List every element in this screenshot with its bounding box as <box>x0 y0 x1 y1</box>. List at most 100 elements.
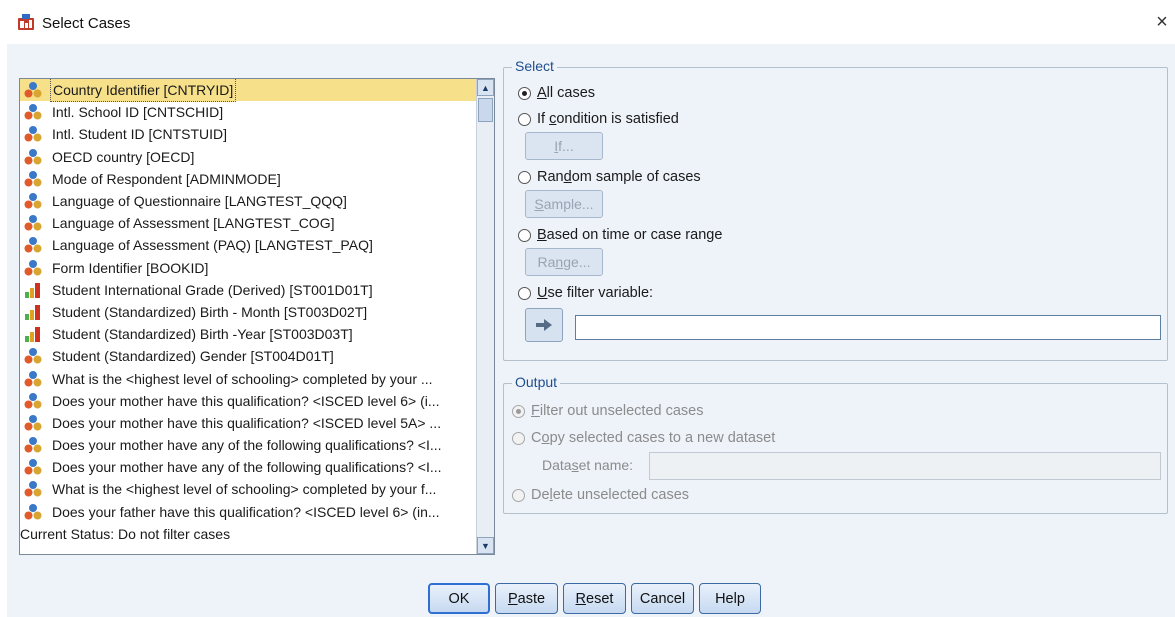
variable-list-item[interactable]: Mode of Respondent [ADMINMODE] <box>20 168 476 190</box>
scroll-thumb[interactable] <box>478 98 493 122</box>
variable-label: Intl. School ID [CNTSCHID] <box>52 104 224 121</box>
radio-delete-unselected-label: Delete unselected cases <box>531 487 690 503</box>
paste-button[interactable]: Paste <box>495 583 558 614</box>
variable-label: What is the <highest level of schooling>… <box>52 370 433 387</box>
variable-label: What is the <highest level of schooling>… <box>52 481 437 498</box>
reset-button[interactable]: Reset <box>563 583 626 614</box>
variable-list-item[interactable]: Does your mother have this qualification… <box>20 412 476 434</box>
range-button[interactable]: Ra n ge... <box>525 248 603 276</box>
variable-list-scrollbar[interactable]: ▲ ▼ <box>476 79 494 554</box>
radio-all-cases-circle[interactable] <box>518 86 531 100</box>
variable-list-item[interactable]: OECD country [OECD] <box>20 146 476 168</box>
variable-list-item[interactable]: Language of Assessment [LANGTEST_COG] <box>20 212 476 234</box>
variable-list-item[interactable]: Intl. School ID [CNTSCHID] <box>20 101 476 123</box>
variable-label: Student International Grade (Derived) [S… <box>52 281 373 298</box>
variable-list-item[interactable]: What is the <highest level of schooling>… <box>20 367 476 389</box>
radio-filter-variable-label: Use filter variable: <box>537 285 654 301</box>
variable-label: Does your mother have any of the followi… <box>52 459 442 476</box>
radio-random-sample[interactable]: Random sample of cases <box>518 169 701 185</box>
variable-label: OECD country [OECD] <box>52 148 195 165</box>
nominal-icon <box>24 481 42 497</box>
radio-copy-dataset-circle[interactable] <box>512 431 525 445</box>
variable-list-item[interactable]: Does your mother have any of the followi… <box>20 456 476 478</box>
output-group-legend: Output <box>512 374 561 390</box>
scroll-down-icon[interactable]: ▼ <box>477 537 494 554</box>
radio-filter-variable-circle[interactable] <box>518 286 531 300</box>
variable-list-item[interactable]: Intl. Student ID [CNTSTUID] <box>20 123 476 145</box>
nominal-icon <box>24 503 42 520</box>
radio-filter-out[interactable]: Filter out unselected cases <box>512 403 703 419</box>
radio-all-cases-label: All cases <box>537 85 596 101</box>
ordinal-icon <box>25 282 40 298</box>
radio-if-condition[interactable]: If condition is satisfied <box>518 111 679 127</box>
nominal-icon <box>24 82 42 98</box>
help-button[interactable]: Help <box>699 583 761 614</box>
variable-list-item[interactable]: Student (Standardized) Gender [ST004D01T… <box>20 345 476 367</box>
select-group-legend: Select <box>512 58 557 74</box>
variable-list-item[interactable]: Student (Standardized) Birth - Month [ST… <box>20 301 476 323</box>
filter-variable-field[interactable] <box>575 315 1161 340</box>
variable-list[interactable]: Country Identifier [CNTRYID] Intl. School… <box>19 78 495 555</box>
variable-label: Does your mother have any of the followi… <box>52 437 442 454</box>
spss-app-icon <box>18 14 34 30</box>
radio-filter-out-circle[interactable] <box>512 404 525 418</box>
radio-time-range[interactable]: Based on time or case range <box>518 227 722 243</box>
variable-label: Does your father have this qualification… <box>52 503 440 520</box>
nominal-icon <box>24 215 42 231</box>
ordinal-icon <box>25 327 40 343</box>
sample-button[interactable]: Sample... <box>525 190 603 218</box>
variable-list-item[interactable]: Does your mother have this qualification… <box>20 390 476 412</box>
radio-random-sample-label: Random sample of cases <box>537 169 701 185</box>
variable-list-item[interactable]: Does your mother have any of the followi… <box>20 434 476 456</box>
variable-list-item[interactable]: Country Identifier [CNTRYID] <box>20 79 476 103</box>
nominal-icon <box>24 392 42 409</box>
radio-if-condition-circle[interactable] <box>518 112 531 126</box>
dataset-name-label: Dataset name: <box>542 457 634 473</box>
radio-copy-dataset-label: Copy selected cases to a new dataset <box>531 430 776 446</box>
variable-label: Country Identifier [CNTRYID] <box>50 79 237 103</box>
variable-list-item[interactable]: Form Identifier [BOOKID] <box>20 257 476 279</box>
nominal-icon <box>24 148 42 165</box>
radio-delete-unselected[interactable]: Delete unselected cases <box>512 487 689 503</box>
nominal-icon <box>24 237 42 253</box>
current-status: Current Status: Do not filter cases <box>20 526 231 542</box>
scroll-up-icon[interactable]: ▲ <box>477 79 494 96</box>
select-cases-dialog: Country Identifier [CNTRYID] Intl. School… <box>7 44 1175 617</box>
variable-label: Language of Assessment (PAQ) [LANGTEST_P… <box>52 237 373 254</box>
nominal-icon <box>24 126 42 142</box>
variable-list-item[interactable]: Language of Assessment (PAQ) [LANGTEST_P… <box>20 234 476 256</box>
move-variable-button[interactable] <box>525 308 563 342</box>
variable-label: Does your mother have this qualification… <box>52 414 442 431</box>
cancel-button[interactable]: Cancel <box>631 583 694 614</box>
radio-time-range-label: Based on time or case range <box>537 227 723 243</box>
variable-label: Student (Standardized) Birth - Month [ST… <box>52 303 368 320</box>
radio-random-sample-circle[interactable] <box>518 170 531 184</box>
radio-filter-variable[interactable]: Use filter variable: <box>518 285 653 301</box>
radio-time-range-circle[interactable] <box>518 228 531 242</box>
variable-list-item[interactable]: Language of Questionnaire [LANGTEST_QQQ] <box>20 190 476 212</box>
variable-list-item[interactable]: What is the <highest level of schooling>… <box>20 478 476 500</box>
dataset-name-field[interactable] <box>649 452 1161 480</box>
close-icon[interactable]: × <box>1152 11 1172 33</box>
variable-label: Language of Questionnaire [LANGTEST_QQQ] <box>52 193 347 210</box>
ok-button[interactable]: OK <box>428 583 490 614</box>
radio-if-condition-label: If condition is satisfied <box>537 111 679 127</box>
nominal-icon <box>24 414 42 431</box>
variable-label: Does your mother have this qualification… <box>52 392 440 409</box>
radio-copy-dataset[interactable]: Copy selected cases to a new dataset <box>512 430 775 446</box>
nominal-icon <box>24 370 42 387</box>
nominal-icon <box>24 459 42 475</box>
variable-label: Mode of Respondent [ADMINMODE] <box>52 170 281 187</box>
if-button[interactable]: If... <box>525 132 603 160</box>
variable-list-item[interactable]: Student International Grade (Derived) [S… <box>20 279 476 301</box>
title-bar: Select Cases × <box>0 0 1175 44</box>
ordinal-icon <box>25 304 40 320</box>
radio-delete-unselected-circle[interactable] <box>512 488 525 502</box>
variable-label: Intl. Student ID [CNTSTUID] <box>52 126 228 143</box>
variable-list-items: Country Identifier [CNTRYID] Intl. School… <box>20 79 476 554</box>
radio-all-cases[interactable]: All cases <box>518 85 595 101</box>
variable-list-item[interactable]: Student (Standardized) Birth -Year [ST00… <box>20 323 476 345</box>
radio-filter-out-label: Filter out unselected cases <box>531 403 704 419</box>
variable-label: Student (Standardized) Birth -Year [ST00… <box>52 326 353 343</box>
variable-list-item[interactable]: Does your father have this qualification… <box>20 501 476 523</box>
